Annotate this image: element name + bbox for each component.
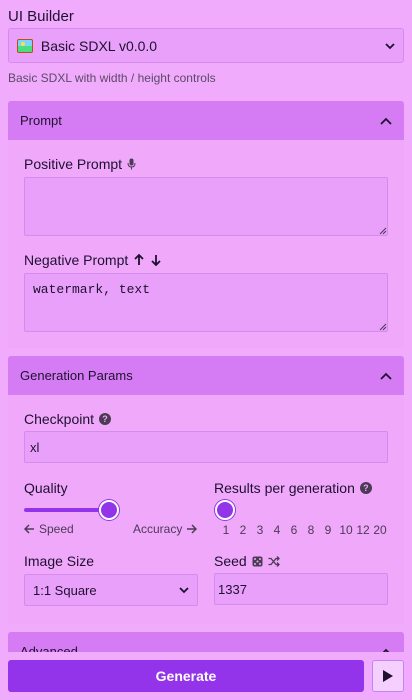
chevron-up-icon[interactable] [380,372,392,380]
negative-prompt-input[interactable]: watermark, text [24,273,388,332]
generate-button[interactable]: Generate [8,660,364,692]
play-icon [383,670,393,682]
positive-prompt-input[interactable] [24,177,388,236]
checkpoint-input[interactable]: xl [24,431,388,463]
shuffle-icon[interactable] [268,555,280,567]
results-tick-label: 9 [324,523,332,537]
generation-params-header[interactable]: Generation Params [8,356,404,395]
arrow-down-icon[interactable] [150,254,162,266]
workflow-select[interactable]: Basic SDXL v0.0.0 [8,28,404,63]
results-tick-label: 20 [373,523,387,537]
arrow-left-icon [24,524,34,534]
results-tick-label: 10 [339,523,353,537]
app-label: UI Builder [8,8,74,25]
chevron-down-icon [385,42,395,49]
prompt-panel-body: Positive Prompt Negative Prompt watermar… [8,140,404,348]
microphone-icon[interactable] [127,158,136,170]
positive-prompt-label: Positive Prompt [24,156,136,172]
help-icon[interactable]: ? [359,482,372,494]
quality-slider-fill [24,508,109,512]
play-button[interactable] [372,660,404,692]
generation-params-body: Checkpoint ? xl Quality Speed Accuracy R… [8,395,404,624]
prompt-panel: Prompt Positive Prompt Negative Prompt w… [8,101,404,348]
checkpoint-label: Checkpoint ? [24,411,112,427]
resize-grip-icon[interactable] [379,227,387,235]
workflow-description: Basic SDXL with width / height controls [8,71,216,85]
results-label: Results per generation ? [214,480,372,496]
workflow-select-value: Basic SDXL v0.0.0 [40,37,158,54]
results-tick-label: 2 [239,523,247,537]
chevron-up-icon[interactable] [380,117,392,125]
dice-icon[interactable] [252,556,263,567]
prompt-panel-header[interactable]: Prompt [8,101,404,140]
resize-grip-icon[interactable] [379,323,387,331]
help-icon[interactable]: ? [99,413,112,425]
negative-prompt-label: Negative Prompt [24,252,162,268]
results-tick-label: 8 [307,523,315,537]
image-size-select[interactable]: 1:1 Square [24,574,198,606]
results-tick-label: 12 [356,523,370,537]
accuracy-hint: Accuracy [133,522,198,536]
arrow-up-icon[interactable] [133,254,145,266]
arrow-right-icon [187,524,198,534]
results-tick-label: 3 [256,523,264,537]
quality-slider-thumb[interactable] [98,500,119,520]
quality-label: Quality [24,480,68,496]
results-ticks: 1 2 3 4 6 8 9 10 12 20 [214,523,388,539]
results-tick-label: 1 [222,523,230,537]
results-tick-label: 4 [273,523,281,537]
seed-input[interactable]: 1337 [214,573,388,605]
chevron-down-icon [179,587,189,594]
workflow-header: UI Builder Basic SDXL v0.0.0 Basic SDXL … [0,0,412,92]
seed-label: Seed [214,553,280,569]
results-tick-label: 6 [290,523,298,537]
generation-params-panel: Generation Params Checkpoint ? xl Qualit… [8,356,404,624]
action-bar: Generate [0,652,412,700]
results-slider-thumb[interactable] [215,500,235,520]
generation-params-title: Generation Params [20,368,133,383]
prompt-panel-title: Prompt [20,113,62,128]
image-size-label: Image Size [24,553,95,569]
picture-icon [17,38,33,53]
speed-hint: Speed [24,522,74,536]
